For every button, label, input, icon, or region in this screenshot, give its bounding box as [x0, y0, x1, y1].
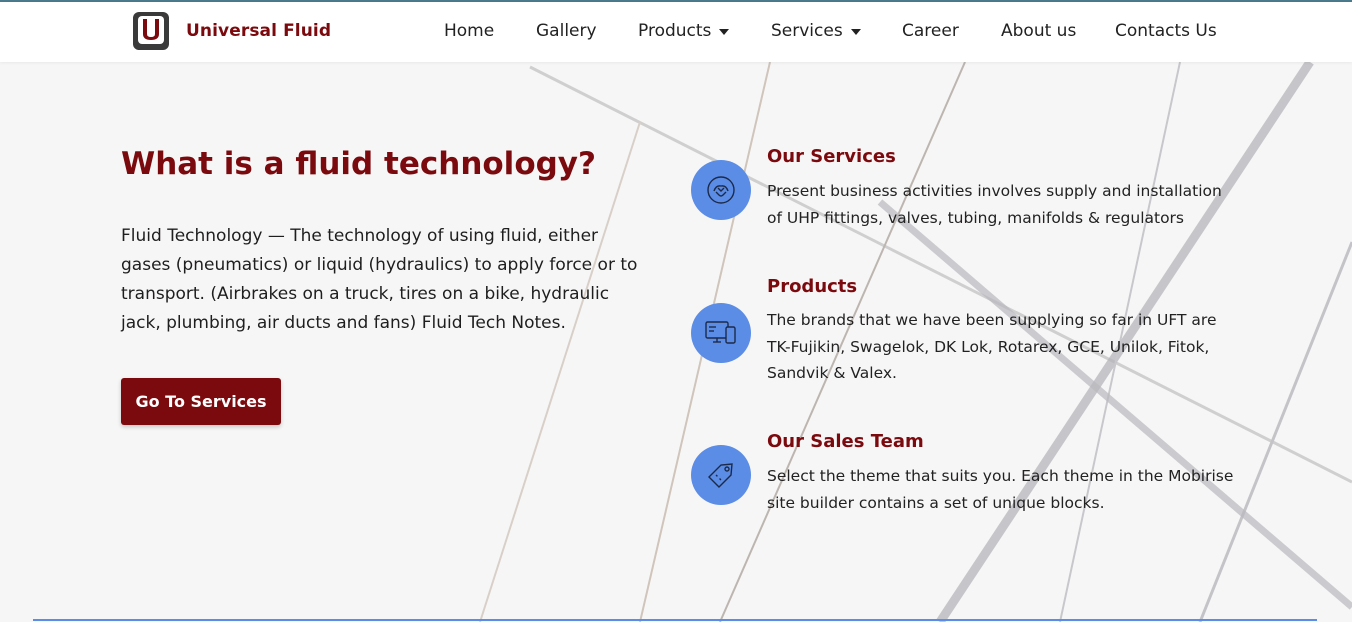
hero-heading: What is a fluid technology? [121, 146, 596, 182]
caret-down-icon[interactable] [719, 29, 730, 35]
nav-contacts-us[interactable]: Contacts Us [1115, 21, 1217, 41]
nav-about-us[interactable]: About us [1001, 21, 1076, 41]
navbar: Universal Fluid Home Gallery Products Se… [0, 2, 1352, 62]
nav-services[interactable]: Services [771, 21, 861, 41]
nav-products[interactable]: Products [638, 21, 730, 41]
main-nav: Home Gallery Products Services Career Ab… [0, 2, 1352, 62]
nav-career[interactable]: Career [902, 21, 959, 41]
nav-contacts-us-label[interactable]: Contacts Us [1115, 21, 1217, 41]
feature-title: Our Sales Team [767, 431, 924, 452]
feature-title: Products [767, 276, 858, 297]
feature-text: Present business activities involves sup… [767, 182, 1222, 227]
devices-icon [691, 303, 751, 363]
nav-products-label[interactable]: Products [638, 21, 711, 41]
hero-description: Fluid Technology — The technology of usi… [121, 226, 638, 333]
nav-gallery[interactable]: Gallery [536, 21, 597, 41]
nav-gallery-label[interactable]: Gallery [536, 21, 597, 41]
feature-title: Our Services [767, 146, 896, 167]
nav-services-label[interactable]: Services [771, 21, 843, 41]
nav-about-us-label[interactable]: About us [1001, 21, 1076, 41]
feature-text: The brands that we have been supplying s… [767, 311, 1217, 382]
nav-career-label[interactable]: Career [902, 21, 959, 41]
go-to-services-button[interactable]: Go To Services [121, 378, 281, 425]
section-divider [33, 619, 1317, 621]
nav-home[interactable]: Home [444, 21, 494, 41]
price-tag-icon [691, 445, 751, 505]
caret-down-icon[interactable] [850, 29, 861, 35]
nav-home-label[interactable]: Home [444, 21, 494, 41]
feature-text: Select the theme that suits you. Each th… [767, 467, 1234, 512]
handshake-icon [691, 160, 751, 220]
